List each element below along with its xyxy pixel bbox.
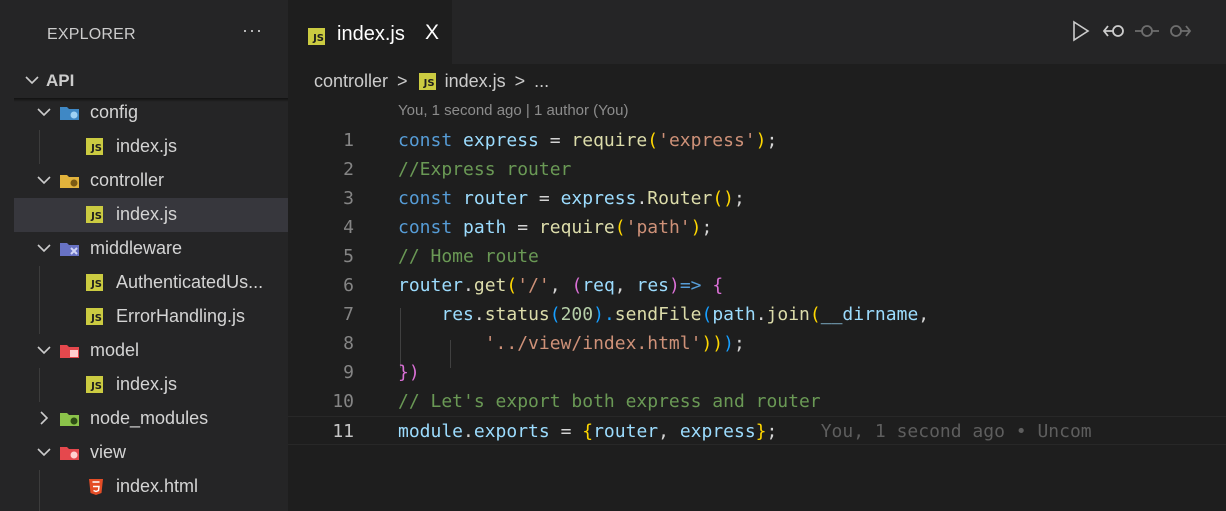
code-line-7: 7 res.status(200).sendFile(path.join(__d… bbox=[288, 300, 1226, 329]
line-number: 2 bbox=[343, 159, 354, 180]
breadcrumb-file[interactable]: index.js bbox=[445, 71, 506, 91]
folder-node-modules-icon bbox=[59, 410, 81, 433]
more-actions-button[interactable]: ··· bbox=[242, 20, 263, 41]
breadcrumb-symbol[interactable]: ... bbox=[534, 71, 549, 91]
go-back-icon[interactable] bbox=[1102, 18, 1128, 49]
code-line-9: 9 }) bbox=[288, 358, 1226, 387]
tree-item-label: config bbox=[90, 102, 139, 122]
line-number: 5 bbox=[343, 246, 354, 267]
tree-file-errorhandling[interactable]: JS ErrorHandling.js bbox=[14, 300, 288, 334]
tree-file-view-index[interactable]: index.html bbox=[14, 470, 288, 504]
code-line-5: 5 // Home route bbox=[288, 242, 1226, 271]
chevron-down-icon bbox=[36, 236, 52, 265]
js-file-icon: JS bbox=[308, 28, 325, 45]
compare-icon[interactable] bbox=[1166, 18, 1192, 49]
timeline-icon[interactable] bbox=[1134, 18, 1160, 49]
code-line-8: 8 '../view/index.html'))); bbox=[288, 329, 1226, 358]
code-editor[interactable]: You, 1 second ago | 1 author (You) 1 con… bbox=[288, 98, 1226, 511]
code-line-10: 10 // Let's export both express and rout… bbox=[288, 387, 1226, 416]
line-number: 1 bbox=[343, 130, 354, 151]
tree-item-label: index.js bbox=[116, 374, 178, 394]
code-line-11: 11 module.exports = {router, express}; Y… bbox=[288, 416, 1226, 445]
chevron-down-icon bbox=[36, 440, 52, 469]
tree-folder-node-modules[interactable]: node_modules bbox=[14, 402, 288, 436]
tree-item-label: index.js bbox=[116, 136, 178, 156]
tree-folder-middleware[interactable]: middleware bbox=[14, 232, 288, 266]
editor-tab-bar: JS index.js X bbox=[288, 0, 1226, 64]
code-line-2: 2 //Express router bbox=[288, 155, 1226, 184]
folder-middleware-icon bbox=[59, 240, 81, 263]
chevron-down-icon bbox=[24, 68, 40, 97]
tree-item-label: controller bbox=[90, 170, 165, 190]
activity-edge bbox=[0, 0, 14, 511]
explorer-title: EXPLORER bbox=[47, 26, 136, 43]
tree-item-label: index.js bbox=[116, 204, 178, 224]
code-line-6: 6 router.get('/', (req, res)=> { bbox=[288, 271, 1226, 300]
tab-index-js[interactable]: JS index.js X bbox=[288, 0, 452, 64]
line-number: 8 bbox=[343, 333, 354, 354]
folder-config-icon bbox=[59, 104, 81, 127]
tree-item-label: model bbox=[90, 340, 140, 360]
line-number: 6 bbox=[343, 275, 354, 296]
workspace-root[interactable]: API bbox=[14, 64, 288, 98]
chevron-down-icon bbox=[36, 100, 52, 129]
folder-model-icon bbox=[59, 342, 81, 365]
breadcrumb: controller > JS index.js > ... bbox=[314, 70, 549, 98]
line-number: 3 bbox=[343, 188, 354, 209]
line-number: 4 bbox=[343, 217, 354, 238]
code-line-1: 1 const express = require('express'); bbox=[288, 126, 1226, 155]
html-file-icon bbox=[88, 478, 104, 501]
breadcrumb-folder[interactable]: controller bbox=[314, 71, 388, 91]
code-line-3: 3 const router = express.Router(); bbox=[288, 184, 1226, 213]
tree-folder-controller[interactable]: controller bbox=[14, 164, 288, 198]
tree-file-controller-index[interactable]: JS index.js bbox=[14, 198, 288, 232]
js-file-icon: JS bbox=[86, 274, 103, 291]
chevron-down-icon bbox=[36, 168, 52, 197]
breadcrumb-separator: > bbox=[514, 70, 526, 91]
breadcrumb-separator: > bbox=[397, 70, 408, 91]
tree-item-label: ErrorHandling.js bbox=[116, 306, 246, 326]
folder-controller-icon bbox=[59, 172, 81, 195]
line-number: 9 bbox=[343, 362, 354, 383]
chevron-down-icon bbox=[36, 338, 52, 367]
close-tab-button[interactable]: X bbox=[425, 21, 439, 45]
tab-label: index.js bbox=[337, 23, 405, 45]
tree-folder-view[interactable]: view bbox=[14, 436, 288, 470]
code-line-4: 4 const path = require('path'); bbox=[288, 213, 1226, 242]
line-number: 10 bbox=[332, 391, 354, 412]
js-file-icon: JS bbox=[418, 72, 436, 90]
tree-item-label: AuthenticatedUs... bbox=[116, 272, 264, 292]
tree-folder-model[interactable]: model bbox=[14, 334, 288, 368]
tree-file-model-index[interactable]: JS index.js bbox=[14, 368, 288, 402]
git-codelens[interactable]: You, 1 second ago | 1 author (You) bbox=[398, 102, 628, 119]
chevron-right-icon bbox=[36, 406, 52, 435]
tree-item-label: index.html bbox=[116, 476, 199, 496]
folder-view-icon bbox=[59, 444, 81, 467]
line-number: 11 bbox=[332, 421, 354, 442]
tree-file-config-index[interactable]: JS index.js bbox=[14, 130, 288, 164]
run-icon[interactable] bbox=[1070, 18, 1092, 49]
tree-item-label: view bbox=[90, 442, 127, 462]
line-number: 7 bbox=[343, 304, 354, 325]
tree-item-label: middleware bbox=[90, 238, 183, 258]
js-file-icon: JS bbox=[86, 206, 103, 223]
tree-file-authenticated[interactable]: JS AuthenticatedUs... bbox=[14, 266, 288, 300]
explorer-sidebar: EXPLORER ··· API config JS index.js cont… bbox=[14, 0, 288, 511]
tree-item-label: node_modules bbox=[90, 408, 209, 428]
js-file-icon: JS bbox=[86, 308, 103, 325]
workspace-root-label: API bbox=[46, 71, 75, 90]
explorer-header: EXPLORER ··· bbox=[14, 0, 288, 64]
js-file-icon: JS bbox=[86, 376, 103, 393]
js-file-icon: JS bbox=[86, 138, 103, 155]
git-blame-annotation: You, 1 second ago • Uncom bbox=[820, 421, 1092, 442]
tree-folder-config[interactable]: config bbox=[14, 96, 288, 130]
